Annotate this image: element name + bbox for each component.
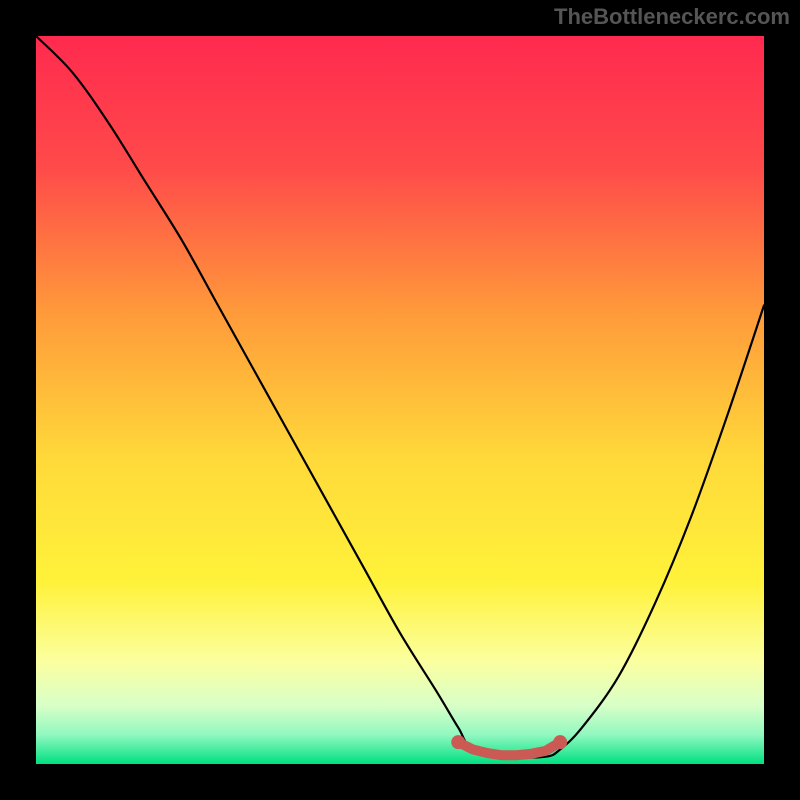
- optimal-range-markers: [451, 735, 567, 755]
- watermark-text: TheBottleneckerc.com: [554, 4, 790, 30]
- bottleneck-curve-path: [36, 36, 764, 758]
- plot-area: [36, 36, 764, 764]
- chart-curve: [36, 36, 764, 764]
